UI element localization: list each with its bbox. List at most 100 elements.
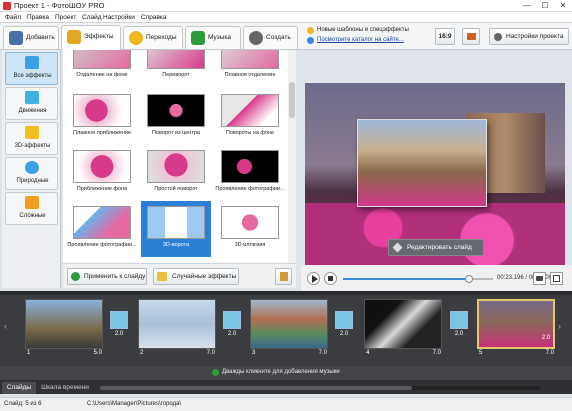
- info-icon: [307, 37, 314, 44]
- slide-duration: 7.0: [206, 350, 215, 356]
- effect-label: 3D-ворота: [162, 242, 190, 248]
- preview-toolbar: Новые шаблоны и спецэффекты Посмотрите к…: [301, 23, 572, 50]
- slide-thumbnail[interactable]: 3 7.0: [250, 299, 328, 359]
- aspect-ratio-button[interactable]: 16:9: [435, 28, 455, 45]
- scroll-right-icon[interactable]: ›: [558, 321, 568, 335]
- slide-thumbnail[interactable]: 1 5.0: [25, 299, 103, 359]
- menu-settings[interactable]: Настройки: [103, 13, 135, 22]
- effects-grid: Отдаление на фоне Переворот Плавное отда…: [63, 50, 296, 263]
- status-bar: Слайд: 5 из 6 C:\Users\Manager\Pictures\…: [0, 397, 572, 411]
- slide-duration: 5.0: [93, 350, 102, 356]
- tab-label: Переходы: [146, 34, 177, 41]
- tab-effects[interactable]: Эффекты: [61, 25, 121, 50]
- effect-thumbnail: [221, 50, 279, 69]
- tab-timeline[interactable]: Шкала времени: [38, 382, 92, 394]
- maximize-button[interactable]: ☐: [536, 0, 554, 12]
- scroll-left-icon[interactable]: ‹: [4, 321, 14, 335]
- tab-create[interactable]: Создать: [243, 26, 298, 49]
- edit-slide-button[interactable]: Редактировать слайд: [388, 239, 484, 256]
- slide-thumbnail[interactable]: 4 7.0: [364, 299, 442, 359]
- timeline-scrollbar[interactable]: [100, 386, 540, 390]
- category-all[interactable]: Все эффекты: [5, 52, 58, 85]
- seek-handle[interactable]: [465, 275, 473, 283]
- background-button[interactable]: [462, 28, 480, 45]
- tab-add[interactable]: Добавить: [3, 26, 59, 49]
- effect-thumbnail: [73, 206, 131, 239]
- effect-label: 3D иллюзия: [234, 242, 266, 248]
- gear-icon: [494, 33, 502, 41]
- effect-label: Переворот: [162, 72, 190, 78]
- effect-label: Проявление фотографии...: [215, 186, 285, 192]
- transition-item[interactable]: 2.0: [106, 311, 132, 341]
- effect-categories: Все эффекты Движения 3D-эффекты Природны…: [2, 50, 61, 288]
- effect-thumbnail: [73, 94, 131, 127]
- slide-number: 3: [252, 350, 256, 356]
- check-icon: [71, 272, 80, 281]
- window-title: Проект 1 - ФотоШОУ PRO: [14, 1, 105, 10]
- music-track[interactable]: Дважды кликните для добавления музыки: [0, 366, 572, 380]
- menu-help[interactable]: Справка: [141, 13, 167, 22]
- edit-slide-label: Редактировать слайд: [407, 244, 472, 251]
- play-button[interactable]: [307, 272, 320, 285]
- timeline-tabs: Слайды Шкала времени: [0, 380, 572, 394]
- random-effects-button[interactable]: Случайные эффекты: [153, 268, 239, 285]
- category-movement[interactable]: Движения: [5, 87, 58, 120]
- category-nature[interactable]: Природные: [5, 157, 58, 190]
- time-display: 00:23.196 / 00:30.000: [497, 275, 556, 281]
- transition-duration: 2.0: [339, 331, 349, 337]
- menu-project[interactable]: Проект: [55, 13, 76, 22]
- slide-image: [138, 299, 216, 349]
- tab-transitions[interactable]: Переходы: [123, 26, 183, 49]
- category-3d[interactable]: 3D-эффекты: [5, 122, 58, 155]
- music-hint: Дважды кликните для добавления музыки: [222, 369, 340, 375]
- effect-thumbnail: [221, 150, 279, 183]
- slide-number: 2: [140, 350, 144, 356]
- transition-duration: 2.0: [454, 331, 464, 337]
- effect-thumbnail: [73, 50, 131, 69]
- stop-button[interactable]: [324, 272, 337, 285]
- category-label: Сложные: [19, 213, 46, 219]
- fullscreen-button[interactable]: [550, 272, 563, 285]
- camera-icon: [536, 276, 543, 281]
- transition-item[interactable]: 2.0: [446, 311, 472, 341]
- tab-slides[interactable]: Слайды: [2, 382, 36, 394]
- transition-icon: [450, 311, 468, 329]
- catalog-link[interactable]: Посмотрите каталог на сайте...: [317, 37, 404, 43]
- tab-label: Музыка: [208, 34, 231, 41]
- slide-thumbnail[interactable]: 2 7.0: [138, 299, 216, 359]
- category-label: Все эффекты: [13, 73, 52, 79]
- effects-scrollbar[interactable]: [288, 50, 296, 263]
- minimize-button[interactable]: —: [518, 0, 536, 12]
- transition-icon: [223, 311, 241, 329]
- tab-music[interactable]: Музыка: [185, 26, 241, 49]
- transition-duration: 2.0: [114, 331, 124, 337]
- menu-bar: Файл Правка Проект Слайд Настройки Справ…: [0, 12, 572, 23]
- slide-image: [25, 299, 103, 349]
- fullscreen-icon: [553, 275, 560, 282]
- transition-item[interactable]: 2.0: [533, 335, 559, 365]
- play-icon: [312, 275, 318, 283]
- category-label: Природные: [16, 178, 49, 184]
- preview-3d-photo: [357, 119, 487, 207]
- project-settings-button[interactable]: Настройки проекта: [489, 28, 569, 45]
- clear-effects-button[interactable]: [275, 268, 292, 285]
- close-button[interactable]: ✕: [554, 0, 572, 12]
- complex-icon: [25, 196, 39, 209]
- menu-file[interactable]: Файл: [5, 13, 21, 22]
- menu-slide[interactable]: Слайд: [82, 13, 102, 22]
- seek-track[interactable]: [343, 275, 493, 283]
- category-complex[interactable]: Сложные: [5, 192, 58, 225]
- transition-item[interactable]: 2.0: [331, 311, 357, 341]
- scrollbar-thumb[interactable]: [289, 82, 295, 118]
- apply-to-slide-button[interactable]: Применить к слайду: [67, 268, 147, 285]
- effect-label: Повороты на фоне: [225, 130, 275, 136]
- tab-label: Эффекты: [84, 33, 114, 40]
- category-label: Движения: [18, 108, 47, 114]
- menu-edit[interactable]: Правка: [27, 13, 49, 22]
- movement-icon: [25, 91, 39, 104]
- timeline-scrollbar-thumb[interactable]: [100, 386, 412, 390]
- transition-item[interactable]: 2.0: [219, 311, 245, 341]
- slide-image: [250, 299, 328, 349]
- tab-label: Добавить: [26, 34, 55, 41]
- snapshot-button[interactable]: [533, 272, 546, 285]
